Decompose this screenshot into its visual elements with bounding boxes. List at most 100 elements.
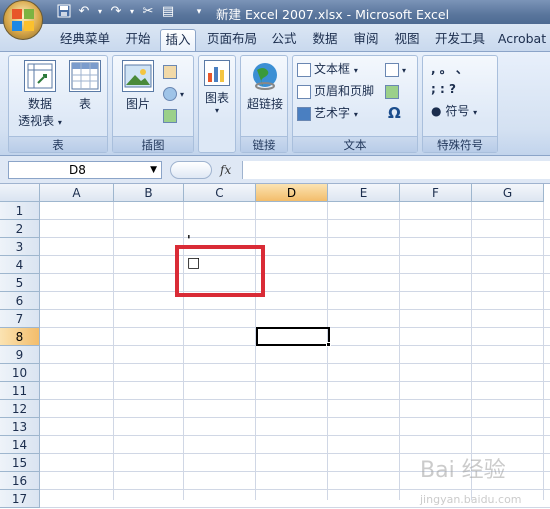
- group-label-illustrations: 插图: [113, 136, 193, 152]
- row-header-17[interactable]: 17: [0, 490, 40, 508]
- grid-hline: [40, 237, 550, 238]
- column-header-f[interactable]: F: [400, 184, 472, 202]
- row-header-15[interactable]: 15: [0, 454, 40, 472]
- object-button[interactable]: [385, 82, 402, 100]
- format-painter-icon[interactable]: ✂: [140, 4, 156, 20]
- tab-insert[interactable]: 插入: [160, 29, 196, 51]
- customize-dropdown-icon[interactable]: ▾: [194, 4, 204, 20]
- table-label: 表: [78, 97, 91, 111]
- row-header-10[interactable]: 10: [0, 364, 40, 382]
- row-header-6[interactable]: 6: [0, 292, 40, 310]
- title-bar: ↶ ▾ ↷ ▾ ✂ ▤ ▾ 新建 Excel 2007.xlsx - Micro…: [0, 0, 550, 40]
- grid-vline: [399, 202, 400, 500]
- ribbon: 数据 透视表 ▾ 表 表 图片 ▾ 插图 图表 ▾ 超链接 链接 文本框 ▾ 页…: [0, 52, 550, 156]
- chevron-down-icon[interactable]: ▾: [96, 4, 104, 20]
- group-table: 数据 透视表 ▾ 表 表: [8, 55, 108, 153]
- shapes-icon: [163, 86, 177, 101]
- row-header-7[interactable]: 7: [0, 310, 40, 328]
- pivot-label-2: 透视表 ▾: [18, 114, 62, 128]
- picture-icon: [122, 60, 154, 92]
- row-header-4[interactable]: 4: [0, 256, 40, 274]
- row-header-3[interactable]: 3: [0, 238, 40, 256]
- row-header-5[interactable]: 5: [0, 274, 40, 292]
- punctuation-row-1[interactable]: , 。 、: [431, 60, 468, 78]
- redo-icon[interactable]: ↷: [108, 4, 124, 20]
- paste-icon[interactable]: ▤: [160, 4, 176, 20]
- column-header-e[interactable]: E: [328, 184, 400, 202]
- column-header-a[interactable]: A: [40, 184, 114, 202]
- column-header-g[interactable]: G: [472, 184, 544, 202]
- hyperlink-button[interactable]: 超链接: [243, 60, 287, 112]
- undo-icon[interactable]: ↶: [76, 4, 92, 20]
- office-button[interactable]: [3, 0, 43, 40]
- group-charts: 图表 ▾: [198, 55, 236, 153]
- tab-view[interactable]: 视图: [389, 29, 425, 51]
- highlight-box: [175, 245, 265, 297]
- insert-function-icon[interactable]: fx: [220, 161, 231, 179]
- group-label-links: 链接: [241, 136, 287, 152]
- smartart-icon: [163, 108, 177, 123]
- grid-hline: [40, 291, 550, 292]
- row-header-13[interactable]: 13: [0, 418, 40, 436]
- tab-classic-menu[interactable]: 经典菜单: [54, 29, 116, 51]
- column-header-b[interactable]: B: [114, 184, 184, 202]
- symbol-button[interactable]: ● 符号 ▾: [431, 102, 477, 120]
- shapes-button[interactable]: ▾: [163, 84, 184, 102]
- group-label-text: 文本: [293, 136, 417, 152]
- chevron-down-icon[interactable]: ▼: [150, 162, 157, 178]
- tab-developer[interactable]: 开发工具: [430, 29, 490, 51]
- window-title: 新建 Excel 2007.xlsx - Microsoft Excel: [216, 7, 450, 22]
- tab-review[interactable]: 审阅: [348, 29, 384, 51]
- ribbon-tabs: 经典菜单 开始 插入 页面布局 公式 数据 审阅 视图 开发工具 Acrobat: [0, 24, 550, 52]
- tab-page-layout[interactable]: 页面布局: [200, 29, 264, 51]
- tab-acrobat[interactable]: Acrobat: [494, 29, 550, 51]
- signature-button[interactable]: ▾: [385, 60, 406, 78]
- watermark: Bai 经验 jingyan.baidu.com: [420, 458, 522, 506]
- formula-input[interactable]: [242, 161, 550, 179]
- picture-button[interactable]: 图片: [117, 60, 159, 112]
- row-header-2[interactable]: 2: [0, 220, 40, 238]
- row-header-1[interactable]: 1: [0, 202, 40, 220]
- grid-hline: [40, 363, 550, 364]
- table-button[interactable]: 表: [65, 60, 105, 112]
- tab-data[interactable]: 数据: [307, 29, 343, 51]
- tab-formulas[interactable]: 公式: [266, 29, 302, 51]
- group-special-symbols: , 。 、 ; : ? ● 符号 ▾ 特殊符号: [422, 55, 498, 153]
- chart-button[interactable]: 图表 ▾: [201, 60, 233, 115]
- row-header-14[interactable]: 14: [0, 436, 40, 454]
- tab-home[interactable]: 开始: [118, 29, 158, 51]
- formula-bar-resize-handle[interactable]: [170, 161, 212, 179]
- symbol-omega-button[interactable]: Ω: [388, 104, 401, 122]
- name-box[interactable]: D8 ▼: [8, 161, 162, 179]
- column-header-c[interactable]: C: [184, 184, 256, 202]
- row-header-8[interactable]: 8: [0, 328, 40, 346]
- group-illustrations: 图片 ▾ 插图: [112, 55, 194, 153]
- clipart-icon: [163, 64, 177, 79]
- header-footer-button[interactable]: 页眉和页脚: [297, 82, 374, 100]
- column-header-d[interactable]: D: [256, 184, 328, 202]
- textbox-button[interactable]: 文本框 ▾: [297, 60, 358, 78]
- table-icon: [69, 60, 101, 92]
- row-header-11[interactable]: 11: [0, 382, 40, 400]
- clipart-button[interactable]: [163, 62, 180, 80]
- row-header-16[interactable]: 16: [0, 472, 40, 490]
- row-header-12[interactable]: 12: [0, 400, 40, 418]
- bullet-icon: ●: [431, 104, 442, 118]
- header-footer-icon: [297, 84, 311, 99]
- chevron-down-icon[interactable]: ▾: [128, 4, 136, 20]
- row-header-9[interactable]: 9: [0, 346, 40, 364]
- select-all-corner[interactable]: [0, 184, 40, 202]
- wordart-button[interactable]: 艺术字 ▾: [297, 104, 358, 122]
- active-cell-d8[interactable]: [256, 327, 330, 346]
- smartart-button[interactable]: [163, 106, 180, 124]
- pivot-table-button[interactable]: 数据 透视表 ▾: [15, 60, 65, 129]
- save-icon[interactable]: [56, 4, 72, 20]
- grid-hline: [40, 417, 550, 418]
- grid-hline: [40, 255, 550, 256]
- grid-hline: [40, 399, 550, 400]
- punctuation-row-2[interactable]: ; : ?: [431, 80, 456, 98]
- wordart-icon: [297, 106, 311, 121]
- group-text: 文本框 ▾ 页眉和页脚 艺术字 ▾ ▾ Ω 文本: [292, 55, 418, 153]
- quick-access-toolbar: ↶ ▾ ↷ ▾ ✂ ▤ ▾: [56, 3, 204, 21]
- fill-handle[interactable]: [326, 342, 331, 347]
